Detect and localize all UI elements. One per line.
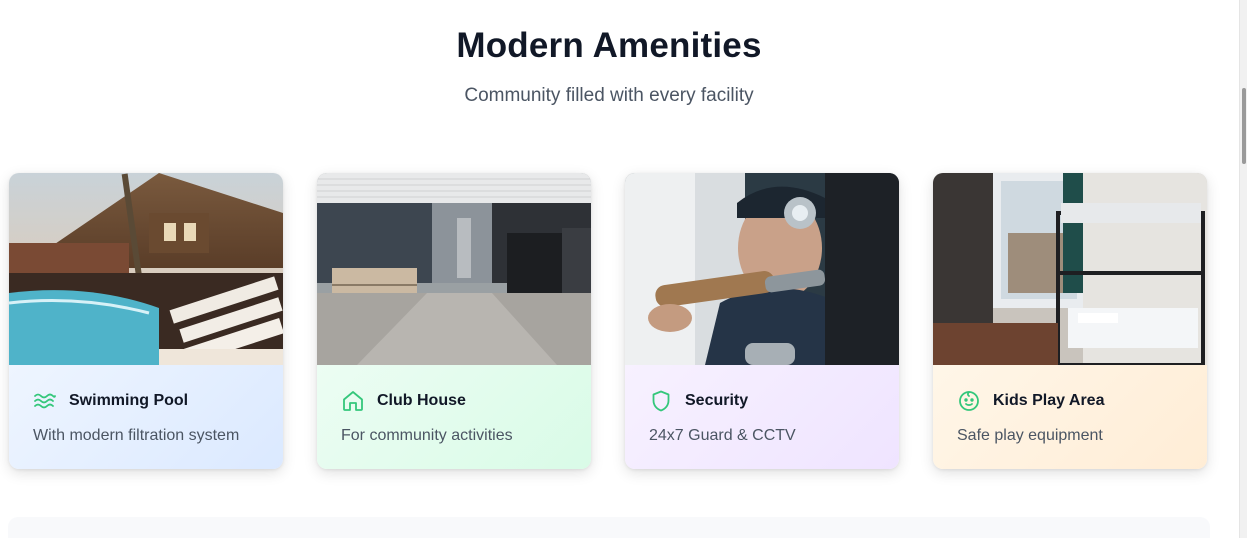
kids-play-area-image xyxy=(933,173,1207,365)
next-section-strip xyxy=(8,517,1210,538)
security-image xyxy=(625,173,899,365)
waves-icon xyxy=(33,389,57,413)
card-title: Security xyxy=(685,392,749,409)
baby-face-icon xyxy=(957,389,981,413)
card-title: Club House xyxy=(377,392,466,409)
card-title: Kids Play Area xyxy=(993,392,1105,409)
card-description: Safe play equipment xyxy=(957,427,1103,444)
club-house-body: Club House For community activities xyxy=(317,365,591,469)
amenity-card-club-house[interactable]: Club House For community activities xyxy=(317,173,591,469)
shield-icon xyxy=(649,389,673,413)
club-house-image xyxy=(317,173,591,365)
card-title: Swimming Pool xyxy=(69,392,189,409)
section-title: Modern Amenities xyxy=(456,26,762,65)
page-scrollbar[interactable] xyxy=(1239,0,1247,538)
scrollbar-thumb[interactable] xyxy=(1242,88,1246,164)
card-description: With modern filtration system xyxy=(33,427,240,444)
amenity-card-swimming-pool[interactable]: Swimming Pool With modern filtration sys… xyxy=(9,173,283,469)
amenity-card-kids-play-area[interactable]: Kids Play Area Safe play equipment xyxy=(933,173,1207,469)
card-description: For community activities xyxy=(341,427,513,444)
kids-play-area-body: Kids Play Area Safe play equipment xyxy=(933,365,1207,469)
swimming-pool-body: Swimming Pool With modern filtration sys… xyxy=(9,365,283,469)
amenities-page: Modern Amenities Community filled with e… xyxy=(0,0,1247,538)
amenity-card-security[interactable]: Security 24x7 Guard & CCTV xyxy=(625,173,899,469)
security-body: Security 24x7 Guard & CCTV xyxy=(625,365,899,469)
section-subtitle: Community filled with every facility xyxy=(464,85,754,106)
swimming-pool-image xyxy=(9,173,283,365)
amenities-grid: Swimming Pool With modern filtration sys… xyxy=(9,173,1207,469)
card-description: 24x7 Guard & CCTV xyxy=(649,427,796,444)
home-icon xyxy=(341,389,365,413)
